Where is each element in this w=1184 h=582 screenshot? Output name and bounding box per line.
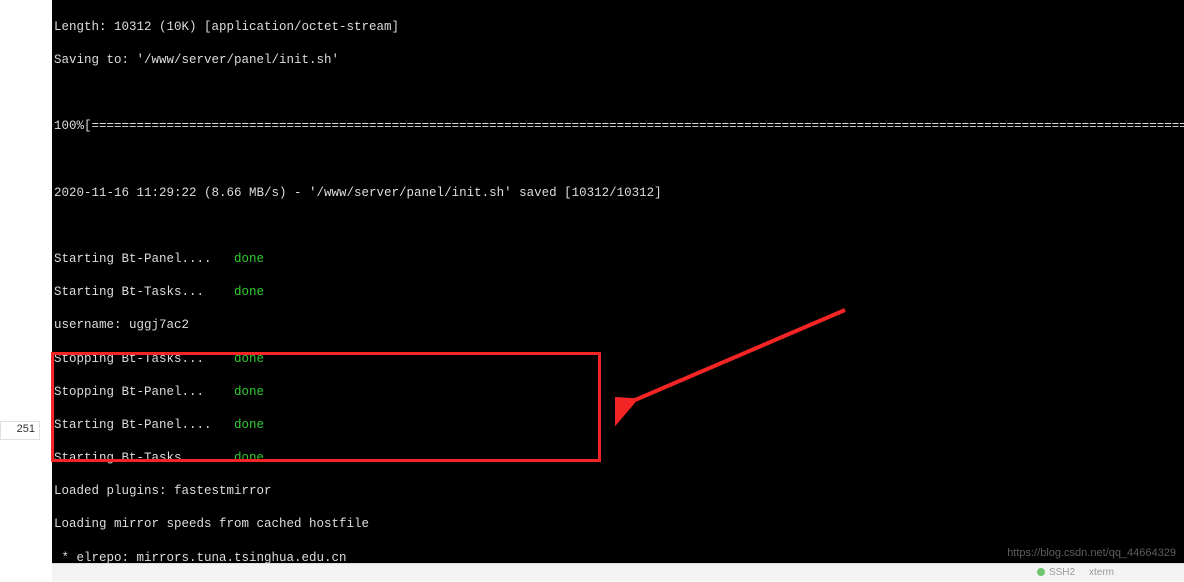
term-line <box>54 218 1184 234</box>
service-line: Starting Bt-Panel.... done <box>54 251 1184 267</box>
term-line <box>54 85 1184 101</box>
term-line <box>54 152 1184 168</box>
service-label: Starting Bt-Tasks... <box>54 451 204 465</box>
status-bar: SSH2 xterm <box>52 563 1184 581</box>
service-status: done <box>234 385 264 399</box>
term-line: Length: 10312 (10K) [application/octet-s… <box>54 19 1184 35</box>
watermark: https://blog.csdn.net/qq_44664329 <box>1007 546 1176 561</box>
service-status: done <box>234 418 264 432</box>
service-status: done <box>234 451 264 465</box>
service-line: Starting Bt-Panel.... done <box>54 417 1184 433</box>
term-line: Loading mirror speeds from cached hostfi… <box>54 516 1184 532</box>
term-line: Loaded plugins: fastestmirror <box>54 483 1184 499</box>
service-status: done <box>234 285 264 299</box>
term-line: 2020-11-16 11:29:22 (8.66 MB/s) - '/www/… <box>54 185 1184 201</box>
left-gutter <box>0 0 52 581</box>
service-label: Stopping Bt-Tasks... <box>54 352 204 366</box>
terminal-output[interactable]: Length: 10312 (10K) [application/octet-s… <box>52 0 1184 581</box>
progress-bar-line: 100%[===================================… <box>54 118 1184 134</box>
service-line: Stopping Bt-Tasks... done <box>54 351 1184 367</box>
service-label: Starting Bt-Tasks... <box>54 285 204 299</box>
service-label: Starting Bt-Panel.... <box>54 252 212 266</box>
status-term: xterm <box>1089 567 1114 578</box>
term-line: Saving to: '/www/server/panel/init.sh' <box>54 52 1184 68</box>
service-line: Starting Bt-Tasks... done <box>54 284 1184 300</box>
progress-percent: 100% <box>54 119 84 133</box>
service-line: Stopping Bt-Panel... done <box>54 384 1184 400</box>
row-number-cell: 251 <box>0 421 40 440</box>
service-status: done <box>234 252 264 266</box>
connection-led-icon <box>1037 568 1045 576</box>
service-label: Stopping Bt-Panel... <box>54 385 204 399</box>
term-line: username: uggj7ac2 <box>54 317 1184 333</box>
service-line: Starting Bt-Tasks... done <box>54 450 1184 466</box>
service-status: done <box>234 352 264 366</box>
service-label: Starting Bt-Panel.... <box>54 418 212 432</box>
status-ssh: SSH2 <box>1049 567 1075 578</box>
